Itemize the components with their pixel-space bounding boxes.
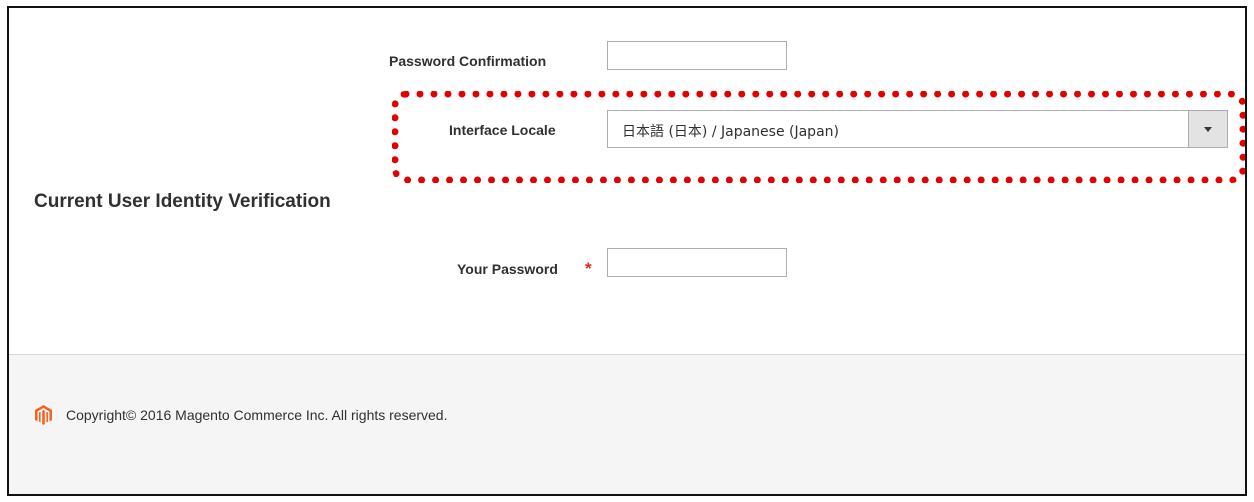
your-password-label: Your Password (457, 261, 558, 277)
section-title: Current User Identity Verification (34, 191, 331, 212)
interface-locale-label: Interface Locale (449, 122, 556, 138)
page-frame: Password Confirmation Interface Locale 日… (7, 6, 1247, 496)
magento-logo-icon (35, 405, 52, 425)
copyright-text: Copyright© 2016 Magento Commerce Inc. Al… (66, 407, 448, 423)
interface-locale-selected-value: 日本語 (日本) / Japanese (Japan) (622, 124, 839, 140)
footer: Copyright© 2016 Magento Commerce Inc. Al… (9, 354, 1245, 494)
interface-locale-select[interactable]: 日本語 (日本) / Japanese (Japan) (607, 110, 1228, 148)
chevron-down-icon[interactable] (1188, 111, 1227, 147)
password-confirmation-label: Password Confirmation (389, 53, 547, 69)
your-password-input[interactable] (607, 248, 787, 277)
required-marker: * (585, 259, 592, 278)
password-confirmation-input[interactable] (607, 41, 787, 70)
